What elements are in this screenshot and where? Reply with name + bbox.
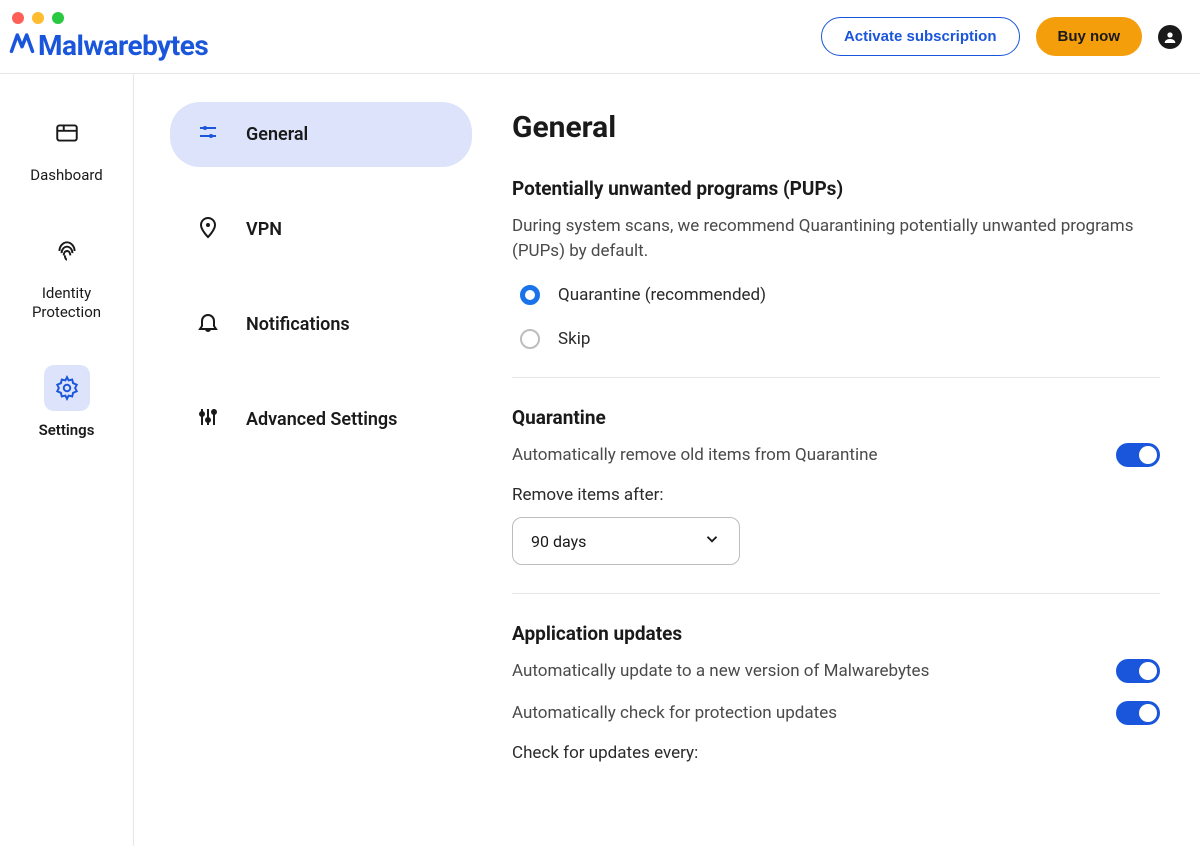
section-heading: Application updates: [512, 622, 1160, 645]
subnav-label: General: [246, 124, 308, 145]
section-quarantine: Quarantine Automatically remove old item…: [512, 377, 1160, 593]
auto-check-row: Automatically check for protection updat…: [512, 701, 1160, 725]
dashboard-icon: [44, 110, 90, 156]
subnav-item-general[interactable]: General: [170, 102, 472, 167]
radio-quarantine[interactable]: Quarantine (recommended): [520, 285, 1160, 305]
header: Malwarebytes Activate subscription Buy n…: [0, 0, 1200, 74]
radio-icon: [520, 285, 540, 305]
location-pin-icon: [196, 215, 220, 244]
subnav-item-advanced-settings[interactable]: Advanced Settings: [170, 387, 472, 452]
gear-icon: [44, 365, 90, 411]
radio-skip[interactable]: Skip: [520, 329, 1160, 349]
logo-icon: [8, 28, 36, 64]
check-every-label: Check for updates every:: [512, 743, 1160, 763]
auto-remove-toggle[interactable]: [1116, 443, 1160, 467]
section-updates: Application updates Automatically update…: [512, 593, 1160, 803]
brand-logo: Malwarebytes: [8, 28, 208, 64]
sidebar-item-label: Dashboard: [30, 166, 103, 186]
content-area: General Potentially unwanted programs (P…: [494, 74, 1200, 846]
buy-now-button[interactable]: Buy now: [1036, 17, 1143, 56]
close-window-icon[interactable]: [12, 12, 24, 24]
activate-subscription-button[interactable]: Activate subscription: [821, 17, 1020, 56]
toggle-label: Automatically update to a new version of…: [512, 661, 929, 681]
brand-name: Malwarebytes: [38, 29, 208, 62]
sidebar-item-dashboard[interactable]: Dashboard: [0, 110, 133, 186]
settings-subnav: General VPN Notifications Advanced Setti…: [134, 74, 494, 846]
subnav-item-notifications[interactable]: Notifications: [170, 292, 472, 357]
bell-icon: [196, 310, 220, 339]
toggle-label: Automatically check for protection updat…: [512, 703, 837, 723]
remove-after-select[interactable]: 90 days: [512, 517, 740, 565]
pups-radio-group: Quarantine (recommended) Skip: [512, 285, 1160, 349]
subnav-label: Advanced Settings: [246, 409, 397, 430]
subnav-item-vpn[interactable]: VPN: [170, 197, 472, 262]
auto-remove-row: Automatically remove old items from Quar…: [512, 443, 1160, 467]
section-heading: Quarantine: [512, 406, 1160, 429]
remove-after-label: Remove items after:: [512, 485, 1160, 505]
account-icon[interactable]: [1158, 25, 1182, 49]
section-description: During system scans, we recommend Quaran…: [512, 214, 1160, 263]
sidebar-item-identity-protection[interactable]: Identity Protection: [0, 228, 133, 323]
sliders-icon: [196, 120, 220, 149]
toggle-label: Automatically remove old items from Quar…: [512, 445, 877, 465]
radio-icon: [520, 329, 540, 349]
section-pups: Potentially unwanted programs (PUPs) Dur…: [512, 177, 1160, 377]
subnav-label: VPN: [246, 219, 282, 240]
page-title: General: [512, 110, 1160, 145]
subnav-label: Notifications: [246, 314, 350, 335]
sidebar-item-settings[interactable]: Settings: [0, 365, 133, 441]
maximize-window-icon[interactable]: [52, 12, 64, 24]
tuning-icon: [196, 405, 220, 434]
sidebar: Dashboard Identity Protection Settings: [0, 74, 134, 846]
radio-label: Quarantine (recommended): [558, 285, 766, 305]
section-heading: Potentially unwanted programs (PUPs): [512, 177, 1160, 200]
auto-update-row: Automatically update to a new version of…: [512, 659, 1160, 683]
header-actions: Activate subscription Buy now: [821, 17, 1182, 56]
sidebar-item-label: Identity Protection: [32, 284, 101, 323]
auto-update-toggle[interactable]: [1116, 659, 1160, 683]
window-controls: [12, 12, 64, 24]
minimize-window-icon[interactable]: [32, 12, 44, 24]
fingerprint-icon: [44, 228, 90, 274]
select-value: 90 days: [531, 532, 586, 551]
sidebar-item-label: Settings: [39, 421, 95, 441]
auto-check-toggle[interactable]: [1116, 701, 1160, 725]
radio-label: Skip: [558, 329, 590, 349]
chevron-down-icon: [703, 530, 721, 552]
